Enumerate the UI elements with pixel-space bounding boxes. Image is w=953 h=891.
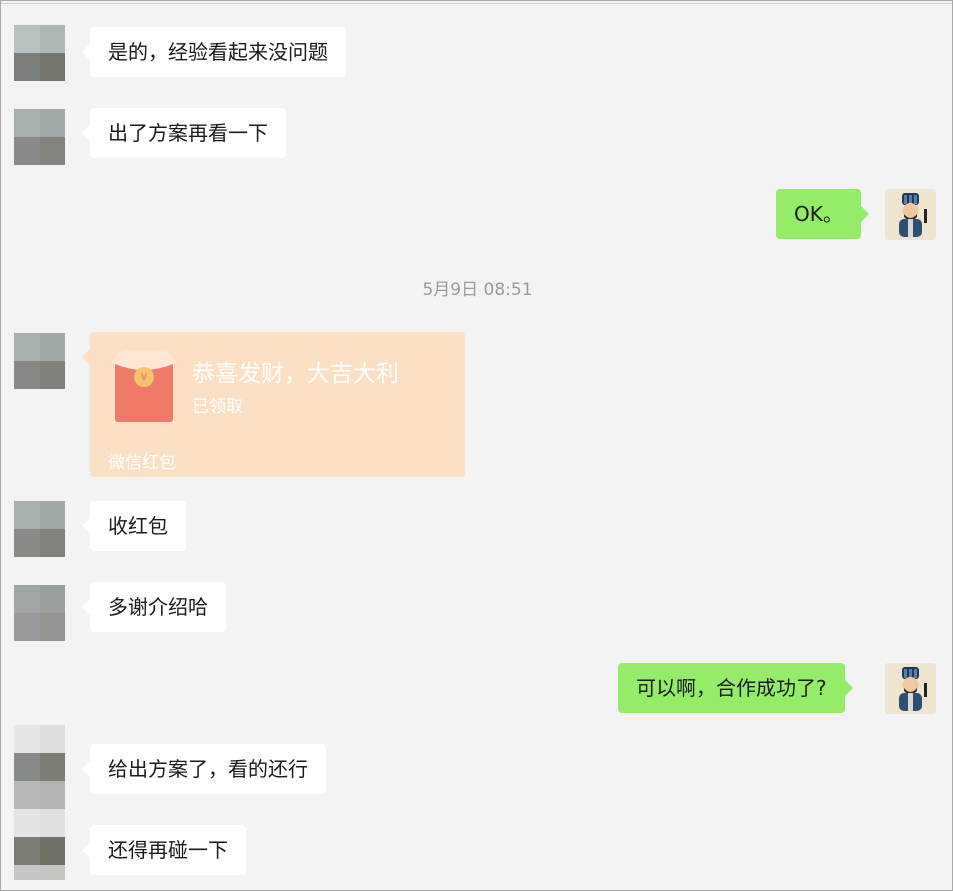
red-packet-title: 恭喜发财，大吉大利	[192, 361, 399, 387]
contact-avatar[interactable]	[14, 809, 65, 880]
contact-avatar[interactable]	[14, 109, 65, 165]
red-packet-card[interactable]: ¥ 恭喜发财，大吉大利 已领取 微信红包	[82, 332, 465, 477]
message-bubble[interactable]: 出了方案再看一下	[82, 108, 286, 158]
message-bubble[interactable]: 是的，经验看起来没问题	[82, 27, 346, 77]
chat-window: 是的，经验看起来没问题 出了方案再看一下 OK。 5月9日 08:51 ¥ 恭喜…	[0, 0, 953, 891]
contact-avatar[interactable]	[14, 585, 65, 641]
message-bubble[interactable]: 可以啊，合作成功了?	[618, 663, 853, 713]
svg-text:¥: ¥	[141, 371, 148, 384]
red-envelope-icon: ¥	[115, 350, 173, 422]
message-bubble[interactable]: 还得再碰一下	[82, 825, 246, 875]
contact-avatar[interactable]	[14, 725, 65, 809]
contact-avatar[interactable]	[14, 501, 65, 557]
red-packet-status: 已领取	[192, 397, 243, 417]
message-bubble[interactable]: 给出方案了，看的还行	[82, 744, 326, 794]
contact-avatar[interactable]	[14, 25, 65, 81]
cartoon-official-avatar-icon[interactable]	[885, 663, 936, 714]
message-bubble[interactable]: 多谢介绍哈	[82, 582, 226, 632]
message-bubble[interactable]: 收红包	[82, 501, 186, 551]
contact-avatar[interactable]	[14, 333, 65, 389]
red-packet-footer: 微信红包	[108, 453, 176, 473]
message-bubble[interactable]: OK。	[776, 189, 869, 239]
message-timestamp: 5月9日 08:51	[422, 280, 533, 300]
cartoon-official-avatar-icon[interactable]	[885, 189, 936, 240]
